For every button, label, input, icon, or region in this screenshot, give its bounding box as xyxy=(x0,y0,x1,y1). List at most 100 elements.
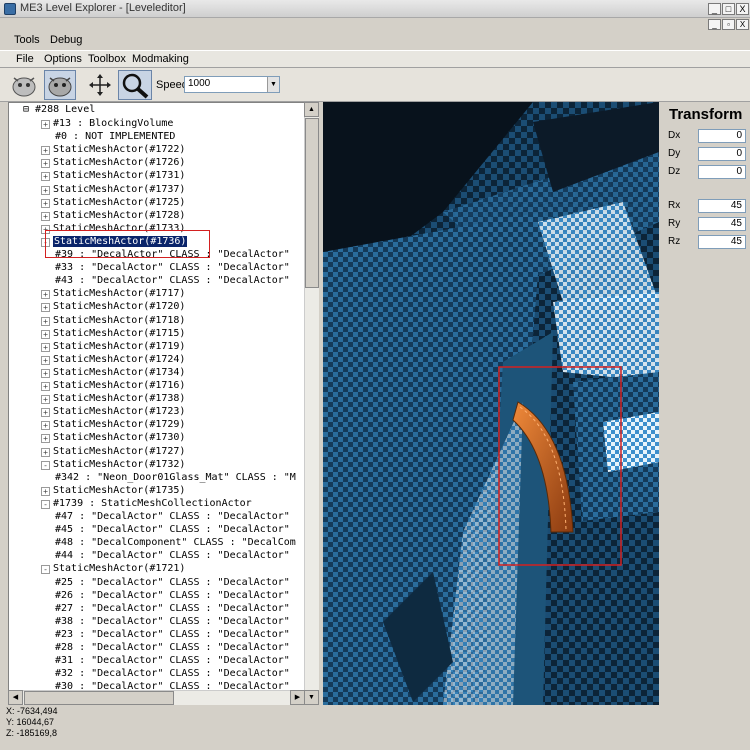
close-button[interactable]: X xyxy=(736,3,749,15)
tree-node[interactable]: #27 : "DecalActor" CLASS : "DecalActor" xyxy=(55,602,290,615)
child-close-button[interactable]: X xyxy=(736,19,749,30)
tree-node[interactable]: + StaticMeshActor(#1737) xyxy=(41,183,185,196)
expand-icon[interactable]: + xyxy=(41,408,50,418)
chevron-down-icon[interactable]: ▼ xyxy=(267,77,279,92)
expand-icon[interactable]: + xyxy=(41,316,50,326)
tree-horizontal-scrollbar[interactable]: ◀ ▶ xyxy=(8,690,305,705)
tree-node[interactable]: #26 : "DecalActor" CLASS : "DecalActor" xyxy=(55,589,290,602)
scroll-thumb[interactable] xyxy=(305,118,319,288)
tree-node[interactable]: - StaticMeshActor(#1721) xyxy=(41,562,185,575)
tree-node[interactable]: + StaticMeshActor(#1727) xyxy=(41,445,185,458)
expand-icon[interactable]: + xyxy=(41,146,50,156)
tree-node[interactable]: + StaticMeshActor(#1723) xyxy=(41,405,185,418)
level-tree[interactable]: ⊟ #288 Level + #13 : BlockingVolume #0 : N… xyxy=(8,102,319,705)
tree-node[interactable]: #32 : "DecalActor" CLASS : "DecalActor" xyxy=(55,667,290,680)
tree-node[interactable]: #31 : "DecalActor" CLASS : "DecalActor" xyxy=(55,654,290,667)
move-tool-button[interactable] xyxy=(84,70,116,100)
child-minimize-button[interactable]: _ xyxy=(708,19,721,30)
expand-icon[interactable]: + xyxy=(41,185,50,195)
tree-node[interactable]: + StaticMeshActor(#1726) xyxy=(41,156,185,169)
transform-input-dz[interactable]: 0 xyxy=(698,165,746,179)
tree-node[interactable]: + StaticMeshActor(#1729) xyxy=(41,418,185,431)
tree-vertical-scrollbar[interactable]: ▲ ▼ xyxy=(304,102,319,705)
collapse-icon[interactable]: - xyxy=(41,499,50,509)
orbit-camera-button[interactable] xyxy=(8,70,40,100)
tree-node[interactable]: + #13 : BlockingVolume xyxy=(41,117,173,130)
tree-node[interactable]: #33 : "DecalActor" CLASS : "DecalActor" xyxy=(55,261,290,274)
3d-viewport[interactable] xyxy=(323,102,659,705)
transform-input-dx[interactable]: 0 xyxy=(698,129,746,143)
menu-options[interactable]: Options xyxy=(44,53,82,65)
expand-icon[interactable]: + xyxy=(41,303,50,313)
hscroll-thumb[interactable] xyxy=(24,691,174,705)
tree-node[interactable]: - #1739 : StaticMeshCollectionActor xyxy=(41,497,252,510)
expand-icon[interactable]: + xyxy=(41,159,50,169)
menu-debug[interactable]: Debug xyxy=(50,34,82,46)
maximize-button[interactable]: □ xyxy=(722,3,735,15)
tree-node[interactable]: + StaticMeshActor(#1720) xyxy=(41,300,185,313)
tree-node[interactable]: + StaticMeshActor(#1734) xyxy=(41,366,185,379)
tree-root-level[interactable]: ⊟ #288 Level xyxy=(23,104,95,115)
child-restore-button[interactable]: ▫ xyxy=(722,19,735,30)
transform-input-ry[interactable]: 45 xyxy=(698,217,746,231)
tree-node[interactable]: #28 : "DecalActor" CLASS : "DecalActor" xyxy=(55,641,290,654)
expand-icon[interactable]: + xyxy=(41,290,50,300)
expand-icon[interactable]: + xyxy=(41,198,50,208)
tree-node[interactable]: #47 : "DecalActor" CLASS : "DecalActor" xyxy=(55,510,290,523)
tree-node[interactable]: + StaticMeshActor(#1722) xyxy=(41,143,185,156)
menu-modmaking[interactable]: Modmaking xyxy=(132,53,189,65)
tree-node[interactable]: + StaticMeshActor(#1716) xyxy=(41,379,185,392)
tree-node[interactable]: #23 : "DecalActor" CLASS : "DecalActor" xyxy=(55,628,290,641)
zoom-tool-button[interactable] xyxy=(118,70,152,100)
expand-icon[interactable]: + xyxy=(41,368,50,378)
tree-node[interactable]: + StaticMeshActor(#1731) xyxy=(41,169,185,182)
transform-input-rz[interactable]: 45 xyxy=(698,235,746,249)
menu-toolbox[interactable]: Toolbox xyxy=(88,53,126,65)
scroll-right-icon[interactable]: ▶ xyxy=(290,690,305,705)
transform-input-rx[interactable]: 45 xyxy=(698,199,746,213)
tree-node[interactable]: + StaticMeshActor(#1725) xyxy=(41,196,185,209)
scroll-left-icon[interactable]: ◀ xyxy=(8,690,23,705)
expand-icon[interactable]: + xyxy=(41,355,50,365)
expand-icon[interactable]: + xyxy=(41,447,50,457)
expand-icon[interactable]: + xyxy=(41,172,50,182)
expand-icon[interactable]: + xyxy=(41,211,50,221)
menu-tools[interactable]: Tools xyxy=(14,34,40,46)
tree-node-label: StaticMeshActor(#1734) xyxy=(53,366,186,378)
collapse-icon[interactable]: - xyxy=(41,565,50,575)
expand-icon[interactable]: + xyxy=(41,329,50,339)
expand-icon[interactable]: + xyxy=(41,395,50,405)
tree-node[interactable]: #44 : "DecalActor" CLASS : "DecalActor" xyxy=(55,549,290,562)
scroll-down-icon[interactable]: ▼ xyxy=(304,690,319,705)
tree-node[interactable]: + StaticMeshActor(#1730) xyxy=(41,431,185,444)
tree-node[interactable]: + StaticMeshActor(#1719) xyxy=(41,340,185,353)
expand-icon[interactable]: + xyxy=(41,421,50,431)
pan-camera-button[interactable] xyxy=(44,70,76,100)
tree-node[interactable]: + StaticMeshActor(#1738) xyxy=(41,392,185,405)
tree-node[interactable]: #0 : NOT IMPLEMENTED xyxy=(55,130,175,143)
collapse-icon[interactable]: - xyxy=(41,460,50,470)
tree-node[interactable]: + StaticMeshActor(#1715) xyxy=(41,327,185,340)
expand-icon[interactable]: + xyxy=(41,342,50,352)
minimize-button[interactable]: _ xyxy=(708,3,721,15)
menu-file[interactable]: File xyxy=(16,53,34,65)
expand-icon[interactable]: + xyxy=(41,434,50,444)
speed-combobox[interactable]: 1000 ▼ xyxy=(184,76,280,93)
tree-node[interactable]: #25 : "DecalActor" CLASS : "DecalActor" xyxy=(55,576,290,589)
tree-node[interactable]: + StaticMeshActor(#1735) xyxy=(41,484,185,497)
tree-node[interactable]: #45 : "DecalActor" CLASS : "DecalActor" xyxy=(55,523,290,536)
expand-icon[interactable]: + xyxy=(41,382,50,391)
transform-input-dy[interactable]: 0 xyxy=(698,147,746,161)
tree-node[interactable]: + StaticMeshActor(#1717) xyxy=(41,287,185,300)
tree-node[interactable]: + StaticMeshActor(#1718) xyxy=(41,314,185,327)
tree-node[interactable]: #342 : "Neon_Door01Glass_Mat" CLASS : "M xyxy=(55,471,296,484)
tree-node[interactable]: + StaticMeshActor(#1724) xyxy=(41,353,185,366)
expand-icon[interactable]: + xyxy=(41,486,50,496)
scroll-up-icon[interactable]: ▲ xyxy=(304,102,319,117)
tree-node[interactable]: #48 : "DecalComponent" CLASS : "DecalCom xyxy=(55,536,296,549)
tree-node[interactable]: #43 : "DecalActor" CLASS : "DecalActor" xyxy=(55,274,290,287)
tree-node[interactable]: - StaticMeshActor(#1732) xyxy=(41,458,185,471)
tree-node[interactable]: + StaticMeshActor(#1728) xyxy=(41,209,185,222)
expand-icon[interactable]: + xyxy=(41,120,50,129)
tree-node[interactable]: #38 : "DecalActor" CLASS : "DecalActor" xyxy=(55,615,290,628)
